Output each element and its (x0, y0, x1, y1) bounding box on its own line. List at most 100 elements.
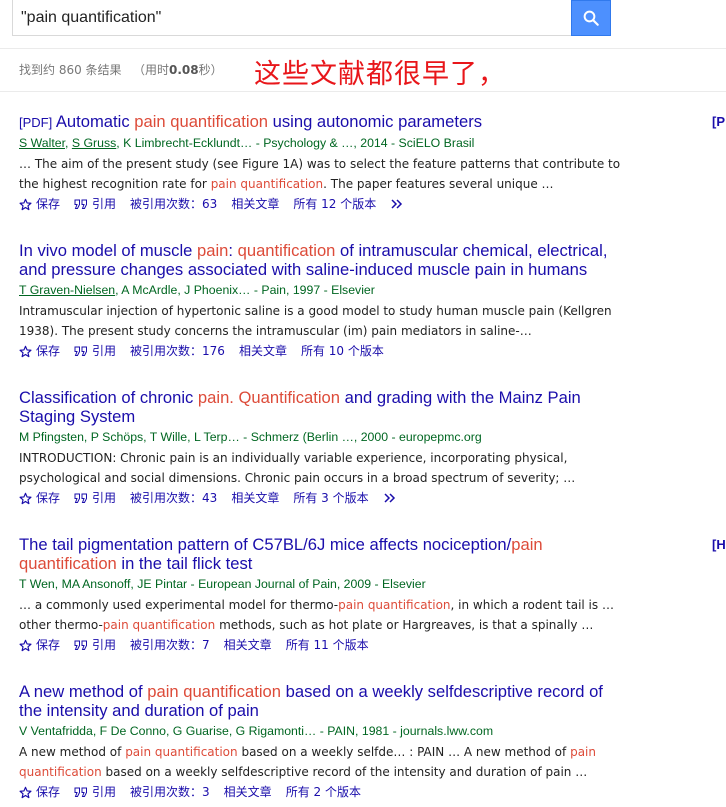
text-segment: INTRODUCTION: Chronic pain is an individ… (19, 451, 576, 485)
text-segment: M Pfingsten, P Schöps, T Wille, L Terp… … (19, 430, 482, 444)
search-input[interactable] (21, 0, 561, 36)
star-icon (19, 345, 36, 358)
quote-icon (74, 492, 92, 504)
result-authors: T Wen, MA Ansonoff, JE Pintar - European… (19, 576, 629, 592)
save-button[interactable]: 保存 (19, 636, 60, 654)
result-stats: 找到约 860 条结果 （用时0.08秒） (19, 61, 223, 78)
all-versions-link[interactable]: 所有 3 个版本 (293, 489, 368, 507)
header (0, 0, 726, 49)
all-versions-link-label: 所有 2 个版本 (285, 785, 361, 799)
cite-button[interactable]: 引用 (74, 195, 116, 213)
author-link[interactable]: T Graven-Nielsen (19, 283, 115, 297)
quote-icon (74, 345, 92, 357)
result-actions: 保存 引用 被引用次数：63 相关文章 所有 12 个版本 (19, 195, 629, 213)
save-button[interactable]: 保存 (19, 195, 60, 213)
highlight-term: pain quantification (134, 112, 269, 131)
more-icon[interactable] (390, 198, 408, 210)
result-actions: 保存 引用 被引用次数：176 相关文章 所有 10 个版本 (19, 342, 629, 360)
author-link[interactable]: S Gruss (72, 136, 116, 150)
search-result: A new method of pain quantification base… (19, 682, 629, 801)
save-button-label: 保存 (36, 785, 61, 799)
all-versions-link[interactable]: 所有 10 个版本 (301, 342, 384, 360)
cite-button-label: 引用 (92, 344, 117, 358)
cited-by-link[interactable]: 被引用次数：43 (130, 489, 217, 507)
related-articles-link-label: 相关文章 (238, 344, 287, 358)
highlight-term: pain quantification (125, 745, 238, 759)
text-segment: using autonomic parameters (268, 112, 483, 131)
result-authors: T Graven-Nielsen, A McArdle, J Phoenix… … (19, 282, 629, 298)
related-articles-link[interactable]: 相关文章 (231, 195, 279, 213)
result-title-link[interactable]: The tail pigmentation pattern of C57BL/6… (19, 535, 629, 573)
text-segment: . The paper features several unique … (323, 177, 554, 191)
search-result: The tail pigmentation pattern of C57BL/6… (19, 535, 629, 654)
cite-button[interactable]: 引用 (74, 342, 116, 360)
save-button[interactable]: 保存 (19, 342, 60, 360)
text-segment: The tail pigmentation pattern of C57BL/6… (19, 535, 512, 554)
cite-button[interactable]: 引用 (74, 489, 116, 507)
time-suffix: 秒） (198, 63, 223, 77)
cited-by-link[interactable]: 被引用次数：176 (130, 342, 225, 360)
highlight-term: quantification (237, 241, 336, 260)
save-button[interactable]: 保存 (19, 783, 60, 801)
result-snippet: Intramuscular injection of hypertonic sa… (19, 301, 629, 341)
result-authors: S Walter, S Gruss, K Limbrecht-Ecklundt…… (19, 135, 629, 151)
text-segment: Intramuscular injection of hypertonic sa… (19, 304, 612, 338)
cite-button-label: 引用 (92, 785, 117, 799)
highlight-term: pain (197, 241, 229, 260)
highlight-term: pain quantification (147, 682, 282, 701)
related-articles-link[interactable]: 相关文章 (224, 783, 272, 801)
search-button[interactable] (571, 0, 611, 36)
all-versions-link-label: 所有 10 个版本 (300, 344, 384, 358)
cited-by-link[interactable]: 被引用次数：7 (130, 636, 210, 654)
cited-by-link[interactable]: 被引用次数：63 (130, 195, 217, 213)
save-button-label: 保存 (36, 344, 61, 358)
related-articles-link[interactable]: 相关文章 (224, 636, 272, 654)
cited-by-link-label: 被引用次数：176 (130, 344, 225, 358)
all-versions-link[interactable]: 所有 11 个版本 (286, 636, 369, 654)
search-result: Classification of chronic pain. Quantifi… (19, 388, 629, 507)
result-title-link[interactable]: Classification of chronic pain. Quantifi… (19, 388, 629, 426)
quote-icon (74, 786, 92, 798)
text-segment: , A McArdle, J Phoenix… - Pain, 1997 - E… (115, 283, 375, 297)
text-segment: based on a weekly selfde… : PAIN … A new… (237, 745, 571, 759)
related-articles-link-label: 相关文章 (223, 638, 272, 652)
cited-by-link[interactable]: 被引用次数：3 (130, 783, 210, 801)
all-versions-link[interactable]: 所有 2 个版本 (286, 783, 361, 801)
search-box[interactable] (12, 0, 571, 36)
star-icon (19, 492, 36, 505)
text-segment: , (65, 136, 72, 150)
red-annotation: 这些文献都很早了， (254, 59, 506, 90)
result-title-link[interactable]: A new method of pain quantification base… (19, 682, 629, 720)
result-count: 找到约 860 条结果 (19, 63, 122, 77)
related-articles-link[interactable]: 相关文章 (239, 342, 287, 360)
save-button-label: 保存 (36, 197, 61, 211)
result-authors: V Ventafridda, F De Conno, G Guarise, G … (19, 723, 629, 739)
cite-button-label: 引用 (92, 491, 117, 505)
text-segment: A new method of (19, 682, 148, 701)
text-segment: A new method of (19, 745, 126, 759)
cite-button[interactable]: 引用 (74, 636, 116, 654)
text-segment: based on a weekly selfdescriptive record… (101, 765, 588, 779)
side-fulltext-tag[interactable]: [H (712, 537, 726, 552)
cite-button-label: 引用 (92, 197, 117, 211)
author-link[interactable]: S Walter (19, 136, 65, 150)
pdf-tag[interactable]: [PDF] (19, 115, 56, 130)
all-versions-link[interactable]: 所有 12 个版本 (293, 195, 376, 213)
highlight-term: pain quantification (102, 618, 216, 632)
save-button-label: 保存 (36, 638, 61, 652)
save-button[interactable]: 保存 (19, 489, 60, 507)
more-icon[interactable] (383, 492, 401, 504)
result-title-link[interactable]: In vivo model of muscle pain: quantifica… (19, 241, 629, 279)
search-icon (583, 10, 599, 26)
result-snippet: INTRODUCTION: Chronic pain is an individ… (19, 448, 629, 488)
cite-button[interactable]: 引用 (74, 783, 116, 801)
result-snippet: … The aim of the present study (see Figu… (19, 154, 629, 194)
side-fulltext-tag[interactable]: [P (712, 114, 725, 129)
result-title-link[interactable]: [PDF] Automatic pain quantification usin… (19, 112, 629, 132)
text-segment: T Wen, MA Ansonoff, JE Pintar - European… (19, 577, 426, 591)
search-result: [PDF] Automatic pain quantification usin… (19, 112, 629, 213)
highlight-term: pain quantification (338, 598, 451, 612)
related-articles-link[interactable]: 相关文章 (231, 489, 279, 507)
text-segment: In vivo model of muscle (19, 241, 197, 260)
time-prefix: （用时 (133, 63, 170, 77)
